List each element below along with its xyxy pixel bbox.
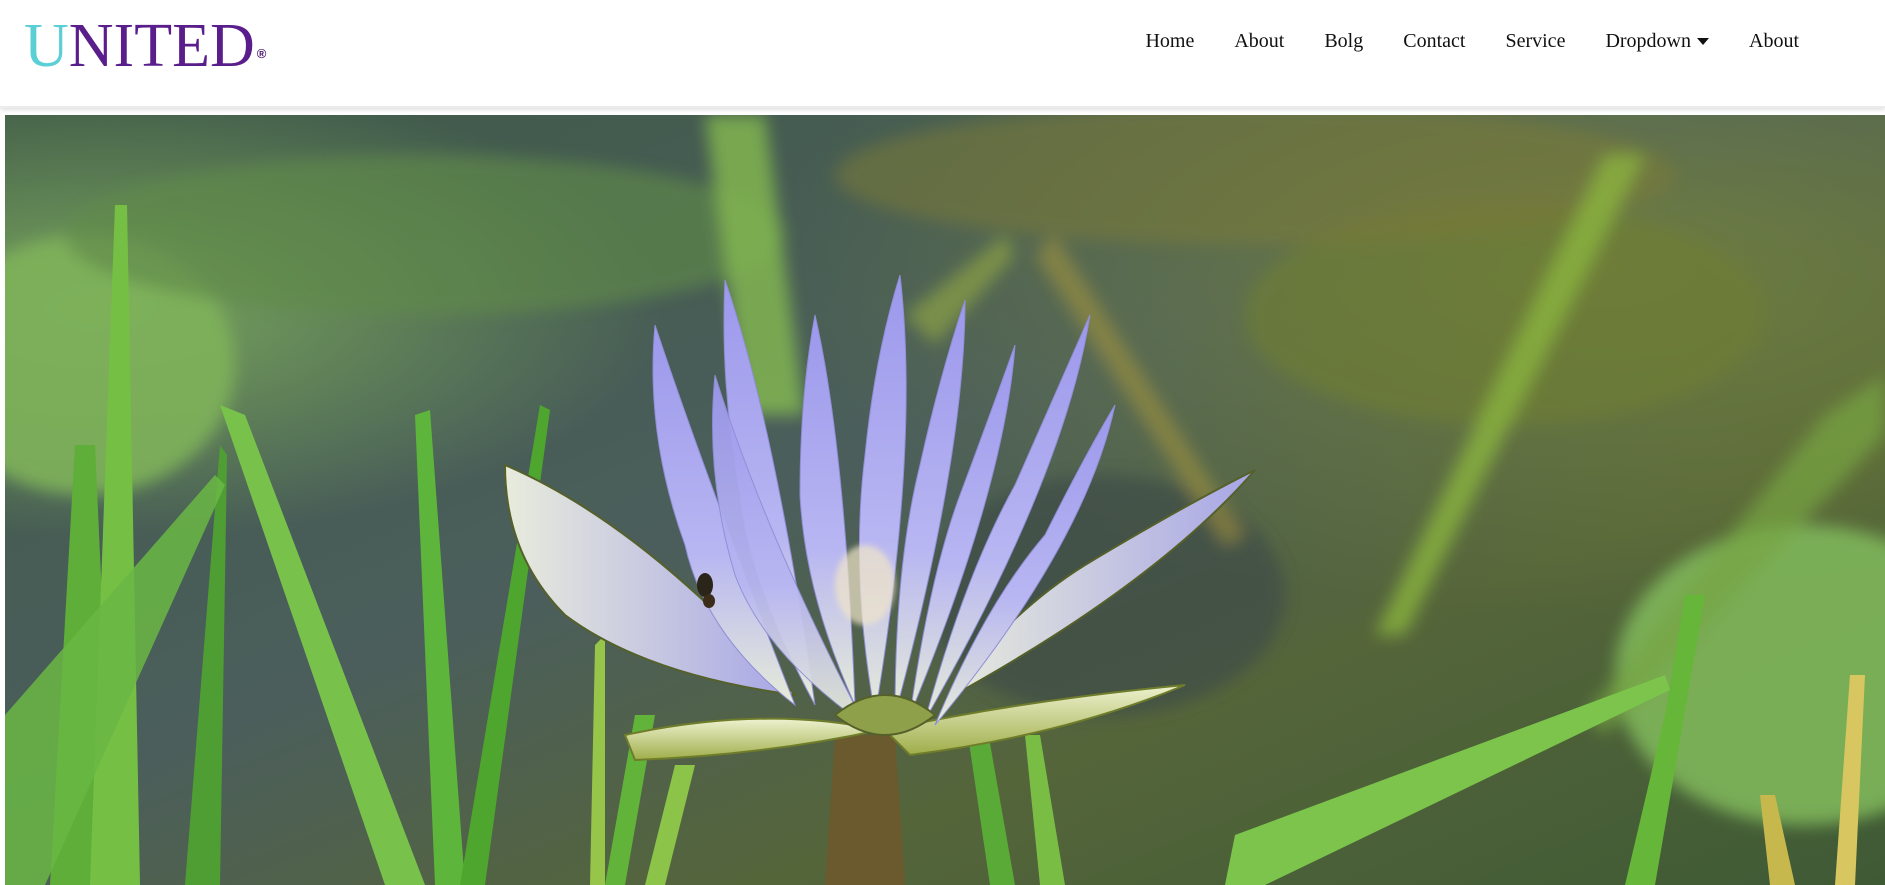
- nav-item-label: Home: [1145, 29, 1195, 52]
- nav-item-label: Contact: [1403, 29, 1466, 52]
- nav-item-about-2[interactable]: About: [1749, 30, 1799, 53]
- nav-item-contact[interactable]: Contact: [1403, 30, 1465, 53]
- nav-item-label: About: [1749, 29, 1799, 52]
- logo-text: NITED: [68, 12, 255, 80]
- water-lily-image: [5, 115, 1885, 885]
- site-header: U NITED ® Home About Bolg Contact Service …: [0, 0, 1885, 108]
- nav-item-label: Dropdown: [1605, 29, 1691, 52]
- nav-item-label: Service: [1505, 29, 1566, 52]
- caret-down-icon: [1697, 37, 1709, 45]
- logo-first-letter: U: [24, 12, 69, 80]
- nav-item-service[interactable]: Service: [1505, 30, 1565, 53]
- registered-mark: ®: [256, 46, 267, 61]
- main-nav: Home About Bolg Contact Service Dropdown…: [1145, 26, 1799, 56]
- nav-item-label: About: [1234, 29, 1285, 52]
- hero-banner: [5, 115, 1885, 885]
- nav-item-dropdown[interactable]: Dropdown: [1605, 30, 1709, 53]
- nav-item-blog[interactable]: Bolg: [1324, 30, 1363, 53]
- brand-logo[interactable]: U NITED ®: [24, 14, 267, 78]
- nav-item-about[interactable]: About: [1234, 30, 1284, 53]
- nav-item-home[interactable]: Home: [1145, 30, 1194, 53]
- nav-item-label: Bolg: [1324, 29, 1364, 52]
